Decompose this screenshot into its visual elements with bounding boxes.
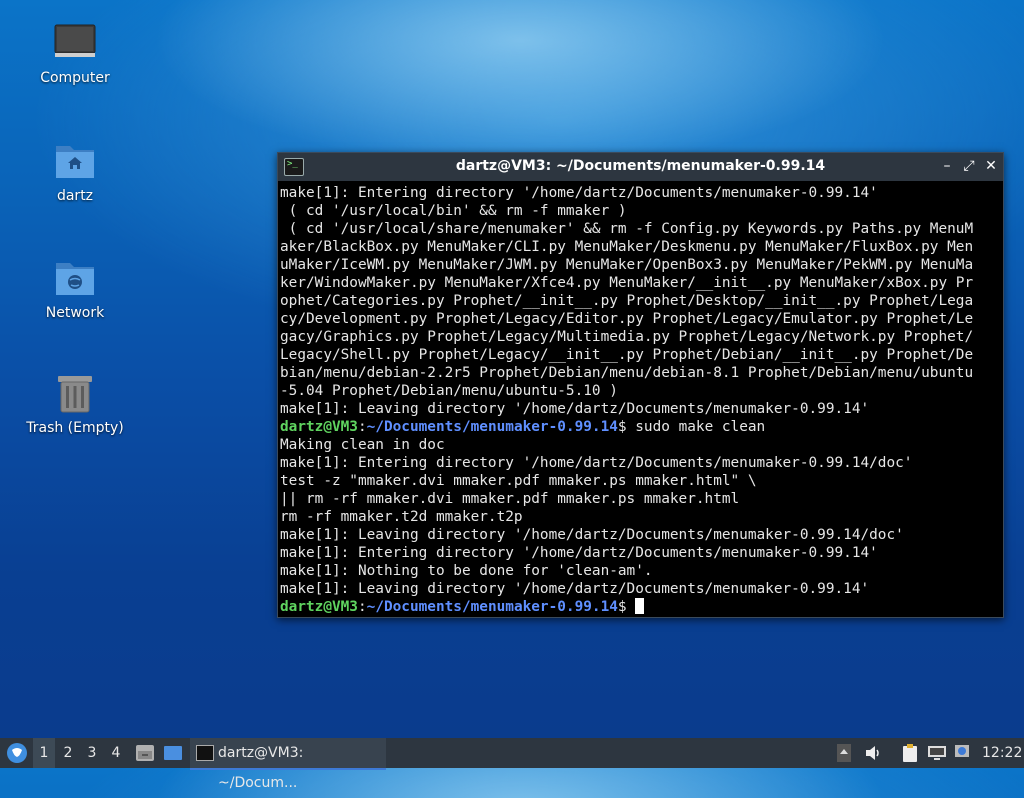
update-notifier-icon [955,745,969,757]
terminal-line: make[1]: Leaving directory '/home/dartz/… [280,581,870,597]
clock[interactable]: 12:22 [982,738,1022,768]
desktop-icon-home[interactable]: dartz [20,140,130,204]
tray-scroll-button[interactable] [835,738,853,768]
minimize-button[interactable]: – [938,157,956,175]
terminal-line: aker/BlackBox.py MenuMaker/CLI.py MenuMa… [280,239,974,255]
terminal-line: ( cd '/usr/local/bin' && rm -f mmaker ) [280,203,627,219]
desktop-icon-label: dartz [56,188,94,204]
prompt-path: ~/Documents/menumaker-0.99.14 [366,599,618,614]
show-desktop-button[interactable] [162,738,184,768]
terminal-line: Legacy/Shell.py Prophet/Legacy/__init__.… [280,347,974,363]
terminal-app-icon [196,745,214,761]
network-icon [928,746,946,760]
desktop-icon-label: Trash (Empty) [26,420,124,436]
text-cursor [635,598,645,614]
terminal-line: gacy/Graphics.py Prophet/Legacy/Multimed… [280,329,974,345]
desktop-icon-computer[interactable]: Computer [20,22,130,86]
desktop-icon-trash[interactable]: Trash (Empty) [20,372,130,436]
prompt-user: dartz@VM3 [280,599,358,614]
close-button[interactable]: ✕ [982,157,1000,175]
clipboard-button[interactable] [899,738,921,768]
computer-icon [53,22,97,66]
prompt-line[interactable]: dartz@VM3:~/Documents/menumaker-0.99.14$ [280,598,1001,614]
terminal-line: make[1]: Entering directory '/home/dartz… [280,545,878,561]
home-folder-icon [53,140,97,184]
network-folder-icon [53,257,97,301]
start-menu-button[interactable] [4,738,30,768]
network-tray-button[interactable] [926,738,948,768]
terminal-line: make[1]: Leaving directory '/home/dartz/… [280,401,870,417]
window-title: dartz@VM3: ~/Documents/menumaker-0.99.14 [455,158,826,174]
taskbar: 1 2 3 4 dartz@VM3: ~/Docum... 12:22 [0,738,1024,791]
terminal-line: bian/menu/debian-2.2r5 Prophet/Debian/me… [280,365,974,381]
terminal-line: -5.04 Prophet/Debian/menu/ubuntu-5.10 ) [280,383,618,399]
taskbar-task-terminal[interactable]: dartz@VM3: ~/Docum... [190,738,386,791]
terminal-line: Making clean in doc [280,437,445,453]
prompt-separator: : [357,419,367,435]
clipboard-icon [903,744,917,762]
terminal-line: uMaker/IceWM.py MenuMaker/JWM.py MenuMak… [280,257,974,273]
terminal-window[interactable]: dartz@VM3: ~/Documents/menumaker-0.99.14… [277,152,1004,618]
desktop-icon-label: Network [45,305,105,321]
terminal-line: make[1]: Entering directory '/home/dartz… [280,185,878,201]
task-label: dartz@VM3: ~/Docum... [218,745,304,791]
terminal-line: make[1]: Entering directory '/home/dartz… [280,455,913,471]
prompt-path: ~/Documents/menumaker-0.99.14 [366,419,618,435]
prompt-dollar: $ [617,599,636,614]
workspace-1[interactable]: 1 [33,738,55,768]
workspace-4[interactable]: 4 [105,738,127,768]
terminal-line: ophet/Categories.py Prophet/__init__.py … [280,293,974,309]
terminal-line: test -z "mmaker.dvi mmaker.pdf mmaker.ps… [280,473,757,489]
prompt-dollar: $ [617,419,627,435]
desktop-icon-network[interactable]: Network [20,257,130,321]
trash-icon [53,372,97,416]
terminal-titlebar[interactable]: dartz@VM3: ~/Documents/menumaker-0.99.14… [278,153,1003,181]
terminal-line: ker/WindowMaker.py MenuMaker/Xfce4.py Me… [280,275,974,291]
volume-button[interactable] [862,738,884,768]
speaker-icon [866,746,879,760]
workspace-3[interactable]: 3 [81,738,103,768]
terminal-line: make[1]: Nothing to be done for 'clean-a… [280,563,653,579]
file-cabinet-icon [136,745,154,761]
prompt-line: dartz@VM3:~/Documents/menumaker-0.99.14$… [280,418,1001,436]
terminal-line: rm -rf mmaker.t2d mmaker.t2p [280,509,523,525]
maximize-button[interactable]: ⤢ [960,157,978,175]
terminal-line: make[1]: Leaving directory '/home/dartz/… [280,527,904,543]
prompt-command: sudo make clean [626,419,766,435]
prompt-user: dartz@VM3 [280,419,358,435]
terminal-line: cy/Development.py Prophet/Legacy/Editor.… [280,311,974,327]
terminal-output[interactable]: make[1]: Entering directory '/home/dartz… [278,181,1003,614]
scroll-up-icon [837,744,851,762]
workspace-2[interactable]: 2 [57,738,79,768]
app-menu-icon [7,743,27,763]
prompt-separator: : [357,599,367,614]
updates-button[interactable] [952,738,974,768]
desktop-icon [164,746,182,760]
file-manager-launcher[interactable] [134,738,156,768]
terminal-line: ( cd '/usr/local/share/menumaker' && rm … [280,221,974,237]
terminal-line: || rm -rf mmaker.dvi mmaker.pdf mmaker.p… [280,491,740,507]
desktop-icon-label: Computer [40,70,110,86]
